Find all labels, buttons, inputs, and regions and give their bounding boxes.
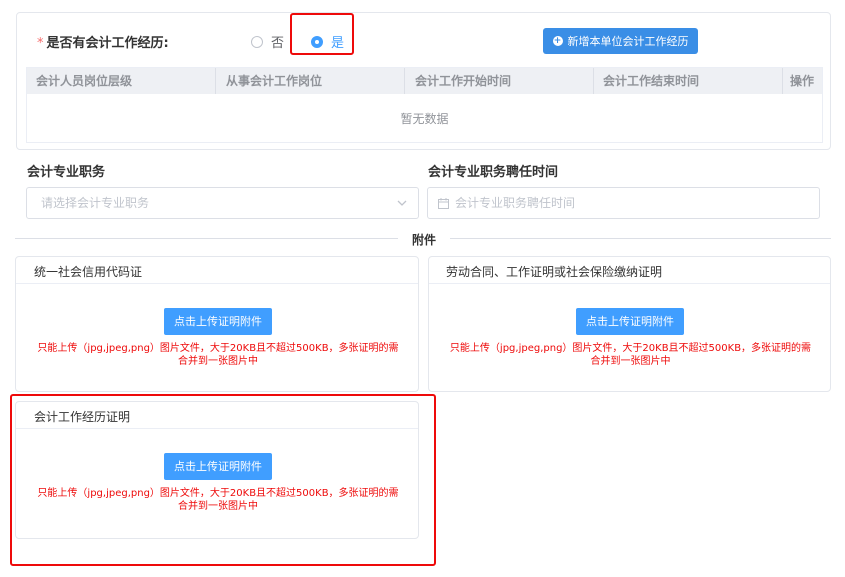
upload-card-header: 统一社会信用代码证 [16, 257, 418, 284]
upload-card-title: 劳动合同、工作证明或社会保险缴纳证明 [446, 265, 663, 279]
experience-table: 会计人员岗位层级 从事会计工作岗位 会计工作开始时间 会计工作结束时间 操作 暂… [26, 67, 823, 143]
column-divider [404, 68, 405, 94]
upload-button[interactable]: 点击上传证明附件 [164, 308, 272, 335]
experience-question: * 是否有会计工作经历: [37, 32, 169, 51]
upload-hint-line: 合并到一张图片中 [590, 356, 671, 367]
column-divider [782, 68, 783, 94]
professional-title-select[interactable]: 请选择会计专业职务 [26, 187, 419, 219]
divider-line-left [15, 238, 398, 239]
column-divider [593, 68, 594, 94]
radio-circle-icon [251, 35, 263, 48]
column-header: 会计工作开始时间 [415, 74, 512, 88]
required-mark: * [37, 36, 44, 51]
table-header: 会计人员岗位层级 从事会计工作岗位 会计工作开始时间 会计工作结束时间 操作 [27, 68, 822, 94]
experience-question-text: 是否有会计工作经历: [46, 36, 169, 51]
radio-no-label: 否 [271, 36, 285, 51]
appoint-time-placeholder: 会计专业职务聘任时间 [455, 196, 576, 210]
upload-card-credit-code: 统一社会信用代码证 点击上传证明附件 只能上传（jpg,jpeg,png）图片文… [15, 256, 419, 392]
upload-button[interactable]: 点击上传证明附件 [576, 308, 684, 335]
plus-circle-icon: + [552, 36, 563, 46]
upload-hint-line: 合并到一张图片中 [178, 356, 258, 367]
experience-card: * 是否有会计工作经历: 否 是 + 新增本单位会计工作经历 会计人员岗位层级 从… [16, 12, 831, 150]
upload-card-header: 劳动合同、工作证明或社会保险缴纳证明 [429, 257, 830, 284]
add-experience-label: 新增本单位会计工作经历 [567, 35, 689, 48]
professional-title-placeholder: 请选择会计专业职务 [41, 196, 150, 210]
highlight-box [10, 394, 436, 566]
appoint-time-label: 会计专业职务聘任时间 [428, 165, 559, 180]
attachments-divider-title: 附件 [412, 233, 437, 247]
column-header: 会计人员岗位层级 [36, 74, 133, 88]
column-header: 操作 [790, 74, 815, 88]
column-header: 从事会计工作岗位 [226, 74, 323, 88]
calendar-icon [438, 198, 449, 209]
add-experience-button[interactable]: + 新增本单位会计工作经历 [543, 28, 698, 54]
upload-hint: 只能上传（jpg,jpeg,png）图片文件，大于20KB且不超过500KB，多… [437, 342, 824, 368]
column-divider [215, 68, 216, 94]
upload-card-title: 统一社会信用代码证 [34, 265, 143, 279]
upload-card-labor-contract: 劳动合同、工作证明或社会保险缴纳证明 点击上传证明附件 只能上传（jpg,jpe… [428, 256, 831, 392]
chevron-down-icon [397, 200, 407, 206]
upload-hint-line: 只能上传（jpg,jpeg,png）图片文件，大于20KB且不超过500KB，多… [37, 343, 399, 354]
column-header: 会计工作结束时间 [603, 74, 700, 88]
table-empty-text: 暂无数据 [400, 112, 449, 126]
appoint-time-picker[interactable]: 会计专业职务聘任时间 [427, 187, 820, 219]
highlight-box [290, 13, 354, 55]
divider-line-right [450, 238, 831, 239]
upload-hint-line: 只能上传（jpg,jpeg,png）图片文件，大于20KB且不超过500KB，多… [449, 343, 812, 354]
upload-hint: 只能上传（jpg,jpeg,png）图片文件，大于20KB且不超过500KB，多… [24, 342, 412, 368]
radio-no[interactable]: 否 [251, 32, 284, 51]
professional-title-label: 会计专业职务 [27, 165, 106, 180]
